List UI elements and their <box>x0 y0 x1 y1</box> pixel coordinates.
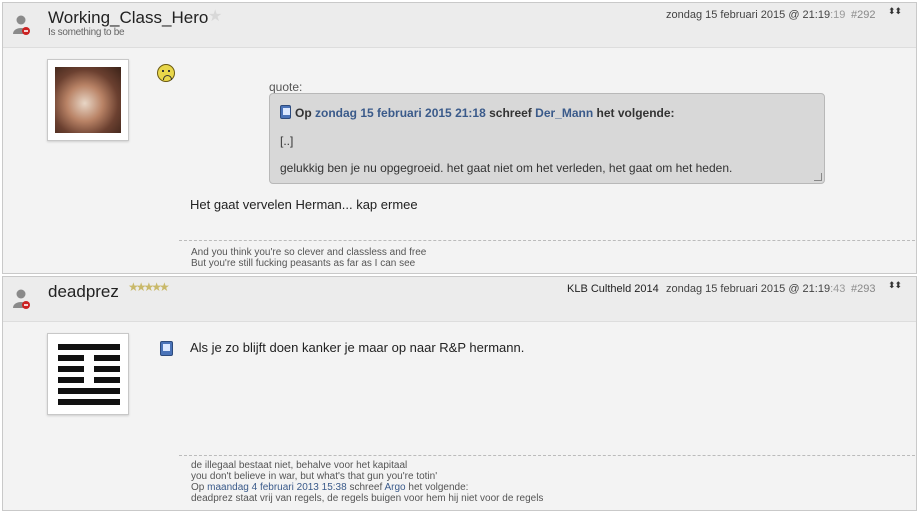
post-message: Als je zo blijft doen kanker je maar op … <box>190 340 525 355</box>
quote-header: Op zondag 15 februari 2015 21:18 schreef… <box>280 105 675 120</box>
hexagram-avatar-image <box>56 342 122 408</box>
signature-author-link[interactable]: Argo <box>385 482 406 493</box>
sort-arrows-icon[interactable]: ⬍⬍ <box>888 7 902 16</box>
signature-quote-suffix: het volgende: <box>408 482 469 493</box>
signature-line: But you're still fucking peasants as far… <box>191 258 416 269</box>
quote-text-line: gelukkig ben je nu opgegroeid. het gaat … <box>280 161 733 175</box>
user-profile-icon[interactable] <box>12 14 32 36</box>
username[interactable]: deadprez <box>48 282 119 302</box>
post-header: deadprez ★★★★★ KLB Cultheld 2014 zondag … <box>3 277 916 322</box>
post-number-link[interactable]: #292 <box>851 9 875 21</box>
quote-prefix: Op <box>295 106 312 120</box>
user-rank: KLB Cultheld 2014 <box>567 283 659 295</box>
signature: And you think you're so clever and class… <box>179 240 915 269</box>
post-header: Working_Class_Hero Is something to be ★ … <box>3 3 916 48</box>
quote-mid-text: schreef <box>489 106 532 120</box>
signature-line: deadprez staat vrij van regels, de regel… <box>191 493 544 504</box>
post-293: deadprez ★★★★★ KLB Cultheld 2014 zondag … <box>2 276 917 511</box>
signature-line: de illegaal bestaat niet, behalve voor h… <box>191 460 408 471</box>
hamster-avatar-image <box>55 67 121 133</box>
avatar[interactable] <box>47 59 129 141</box>
signature-quote-line: Op maandag 4 februari 2013 15:38 schreef… <box>191 482 915 493</box>
rank-stars-icon: ★★★★★ <box>128 280 170 294</box>
post-date-seconds: :19 <box>830 9 846 21</box>
signature: de illegaal bestaat niet, behalve voor h… <box>179 455 915 504</box>
resize-handle-icon[interactable] <box>814 173 822 181</box>
avatar[interactable] <box>47 333 129 415</box>
quote-box: Op zondag 15 februari 2015 21:18 schreef… <box>269 93 825 184</box>
post-date: zondag 15 februari 2015 @ 21:19:43 <box>666 283 845 295</box>
mobile-phone-icon <box>280 105 291 119</box>
quote-text-line: [..] <box>280 134 294 148</box>
post-date-text: zondag 15 februari 2015 @ 21:19 <box>666 9 831 21</box>
quote-suffix: het volgende: <box>596 106 675 120</box>
signature-quote-mid: schreef <box>349 482 383 493</box>
quote-label: quote: <box>269 80 303 94</box>
username[interactable]: Working_Class_Hero <box>48 8 208 28</box>
frown-smiley-icon <box>157 64 175 82</box>
post-message: Het gaat vervelen Herman... kap ermee <box>190 197 418 212</box>
post-date: zondag 15 februari 2015 @ 21:19:19 <box>666 9 845 21</box>
post-number-link[interactable]: #293 <box>851 283 875 295</box>
favorite-star-icon[interactable]: ★ <box>208 6 222 26</box>
sort-arrows-icon[interactable]: ⬍⬍ <box>888 281 902 290</box>
signature-quote-prefix: Op <box>191 482 205 493</box>
post-292: Working_Class_Hero Is something to be ★ … <box>2 2 917 274</box>
signature-line: you don't believe in war, but what's tha… <box>191 471 438 482</box>
quote-date-link[interactable]: zondag 15 februari 2015 21:18 <box>315 106 486 120</box>
post-date-text: zondag 15 februari 2015 @ 21:19 <box>666 283 831 295</box>
signature-line: And you think you're so clever and class… <box>191 247 427 258</box>
mobile-phone-icon <box>160 341 173 356</box>
signature-date-link[interactable]: maandag 4 februari 2013 15:38 <box>207 482 347 493</box>
quote-author-link[interactable]: Der_Mann <box>535 106 593 120</box>
user-title: Is something to be <box>48 27 125 38</box>
post-date-seconds: :43 <box>830 283 846 295</box>
user-profile-icon[interactable] <box>12 288 32 310</box>
